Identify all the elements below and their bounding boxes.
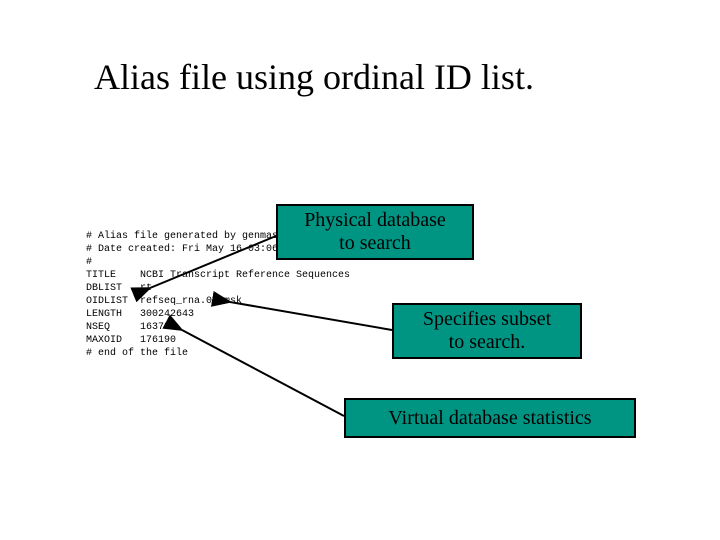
callout-physical-database: Physical database to search xyxy=(276,204,474,260)
code-line: # end of the file xyxy=(86,348,188,359)
code-line: OIDLIST refseq_rna.00.msk xyxy=(86,296,242,307)
callout-virtual-stats: Virtual database statistics xyxy=(344,398,636,438)
callout-subset: Specifies subset to search. xyxy=(392,303,582,359)
callout-line: Specifies subset xyxy=(423,308,551,331)
code-line: MAXOID 176190 xyxy=(86,335,176,346)
code-line: TITLE NCBI Transcript Reference Sequence… xyxy=(86,270,350,281)
callout-line: Physical database xyxy=(304,209,446,232)
slide-title: Alias file using ordinal ID list. xyxy=(94,56,534,98)
code-line: # Alias file generated by genmask xyxy=(86,231,284,242)
code-line: NSEQ 163798 xyxy=(86,322,176,333)
callout-line: to search. xyxy=(449,331,526,354)
code-line: # xyxy=(86,257,92,268)
callout-line: to search xyxy=(339,232,411,255)
callout-line: Virtual database statistics xyxy=(388,407,591,430)
code-line: LENGTH 300242643 xyxy=(86,309,194,320)
code-line: DBLIST rt xyxy=(86,283,152,294)
